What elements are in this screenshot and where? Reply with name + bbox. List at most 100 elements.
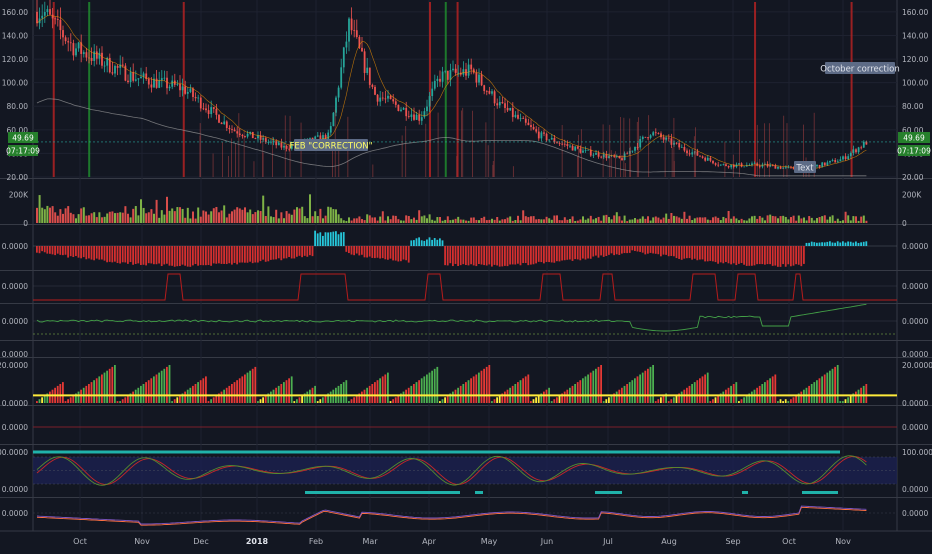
count-bar bbox=[355, 395, 358, 403]
volume-bar bbox=[496, 216, 499, 223]
histogram-bar bbox=[670, 246, 673, 256]
volume-bar bbox=[394, 215, 397, 223]
count-bar bbox=[270, 391, 272, 403]
october-correction-annotation[interactable]: October correction bbox=[820, 62, 900, 75]
histogram-bar bbox=[756, 246, 758, 265]
candle-body bbox=[860, 147, 863, 149]
count-bar bbox=[428, 372, 431, 403]
volume-bar bbox=[561, 220, 564, 223]
volume-bar bbox=[571, 216, 574, 223]
histogram-bar bbox=[368, 246, 371, 257]
candle-body bbox=[98, 52, 101, 59]
volume-bar bbox=[77, 214, 80, 223]
histogram-bar bbox=[693, 246, 696, 259]
volume-bar bbox=[368, 215, 371, 223]
volume-bar bbox=[649, 220, 652, 223]
stochastic-bottom-band bbox=[742, 491, 748, 494]
count-bar bbox=[361, 391, 363, 403]
candle-body bbox=[116, 65, 119, 68]
volume-bar bbox=[470, 217, 473, 223]
histogram-bar bbox=[262, 246, 264, 260]
volume-bar bbox=[615, 212, 618, 223]
candle-body bbox=[816, 165, 818, 167]
histogram-bar bbox=[140, 246, 142, 266]
candle-body bbox=[192, 88, 194, 97]
stochastic-bottom-band bbox=[305, 491, 460, 494]
histogram-bar bbox=[381, 246, 384, 259]
candle-body bbox=[470, 64, 473, 70]
count-bar bbox=[420, 378, 423, 403]
volume-bar bbox=[38, 195, 41, 223]
volume-bar bbox=[181, 208, 184, 223]
histogram-bar bbox=[540, 246, 543, 263]
stochastic-axis-label-right: 100.0000 bbox=[902, 448, 932, 457]
volume-bar bbox=[467, 220, 470, 223]
histogram-bar bbox=[808, 242, 810, 246]
histogram-bar bbox=[727, 246, 730, 264]
volume-bar bbox=[153, 213, 155, 223]
candle-body bbox=[371, 84, 374, 87]
histogram-bar bbox=[371, 246, 374, 258]
volume-bar bbox=[444, 219, 447, 223]
bar-count-axis-label-left: 0.0000 bbox=[2, 399, 28, 408]
histogram-bar bbox=[88, 246, 90, 259]
histogram-bar bbox=[415, 238, 418, 246]
candle-body bbox=[361, 47, 363, 52]
price-axis-label-right: 20.00 bbox=[902, 173, 924, 182]
candle-body bbox=[353, 30, 356, 32]
histogram-bar bbox=[215, 246, 218, 264]
histogram-bar bbox=[745, 246, 748, 266]
histogram-bar bbox=[579, 246, 582, 261]
chart-canvas[interactable]: Oct Nov Dec 2018 Feb Mar Apr May Jun Jul Aug Sep Oct… bbox=[0, 0, 932, 550]
volume-bar bbox=[119, 212, 122, 223]
volume-bar bbox=[166, 196, 168, 223]
candle-body bbox=[631, 150, 634, 152]
count-bar bbox=[485, 366, 488, 403]
candle-body bbox=[43, 12, 46, 16]
count-bar bbox=[121, 399, 124, 403]
candle-body bbox=[88, 57, 90, 59]
count-bar bbox=[168, 365, 171, 403]
count-bar bbox=[792, 397, 795, 403]
candle-body bbox=[384, 98, 387, 100]
candle-body bbox=[475, 72, 478, 83]
histogram-bar bbox=[283, 246, 285, 259]
chart-window[interactable]: Oct Nov Dec 2018 Feb Mar Apr May Jun Jul Aug Sep Oct… bbox=[0, 0, 932, 550]
candle-body bbox=[524, 118, 527, 123]
count-bar bbox=[371, 384, 374, 403]
candle-body bbox=[779, 166, 782, 169]
candle-body bbox=[199, 97, 202, 109]
histogram-bar bbox=[288, 246, 290, 258]
volume-bar bbox=[420, 216, 423, 223]
candle-body bbox=[701, 156, 704, 158]
histogram-bar bbox=[95, 246, 98, 259]
candle-body bbox=[558, 143, 561, 144]
candle-body bbox=[441, 71, 444, 82]
histogram-bar bbox=[59, 246, 62, 255]
candle-body bbox=[49, 9, 51, 15]
candle-body bbox=[132, 72, 135, 81]
candle-body bbox=[727, 166, 730, 168]
text-annotation-label: Text bbox=[795, 164, 814, 174]
count-bar bbox=[636, 376, 639, 403]
count-bar bbox=[673, 397, 675, 403]
count-bar bbox=[259, 399, 262, 403]
histogram-bar bbox=[535, 246, 537, 264]
histogram-bar bbox=[335, 231, 337, 246]
histogram-bar bbox=[301, 246, 303, 258]
histogram-bar bbox=[816, 242, 818, 246]
histogram-bar bbox=[485, 246, 488, 266]
histogram-bar bbox=[56, 246, 59, 254]
feb-correction-annotation[interactable]: FEB "CORRECTION" bbox=[289, 139, 373, 152]
candle-body bbox=[140, 76, 142, 79]
histogram-bar bbox=[712, 246, 714, 262]
candle-body bbox=[59, 19, 62, 31]
volume-bar bbox=[280, 212, 283, 223]
count-bar bbox=[415, 382, 418, 403]
histogram-axis-label-left: 0.0000 bbox=[2, 242, 28, 251]
text-annotation[interactable]: Text bbox=[794, 161, 816, 174]
histogram-bar bbox=[782, 246, 784, 265]
histogram-bar bbox=[790, 246, 792, 267]
count-bar bbox=[608, 397, 610, 403]
histogram-bar bbox=[38, 246, 41, 254]
